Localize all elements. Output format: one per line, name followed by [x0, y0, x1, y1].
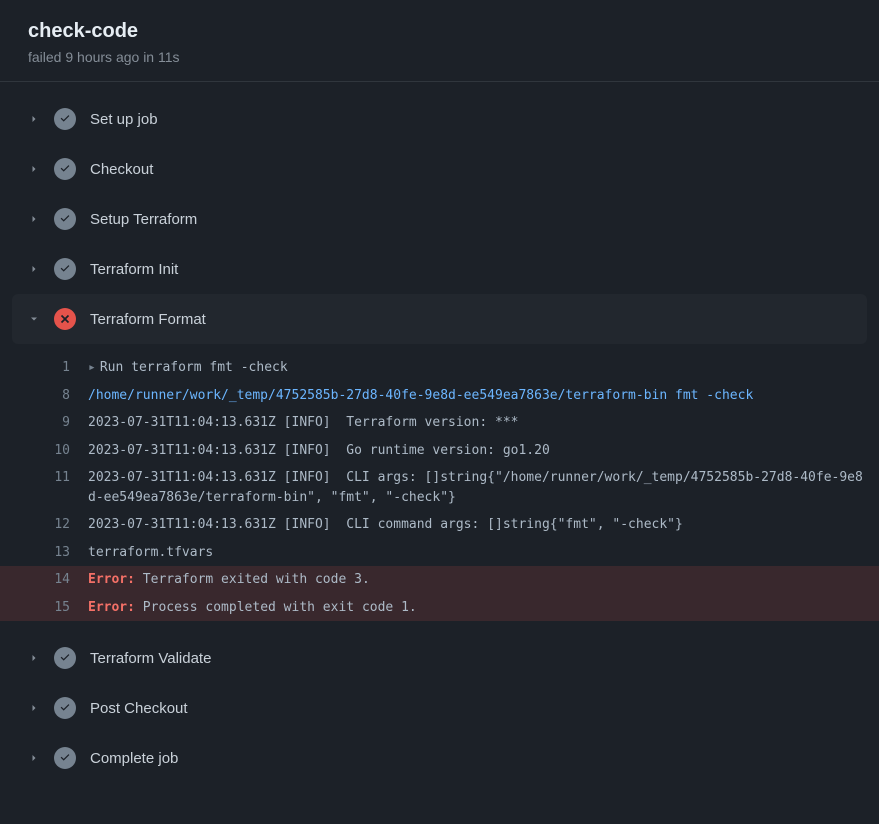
- log-content: Error: Process completed with exit code …: [88, 598, 879, 618]
- line-number: 15: [0, 598, 88, 618]
- chevron-down-icon: [28, 313, 40, 325]
- log-line[interactable]: 1 ▸ Run terraform fmt -check: [0, 354, 879, 382]
- log-output: 1 ▸ Run terraform fmt -check 8 /home/runn…: [0, 344, 879, 633]
- step-label: Terraform Format: [90, 311, 206, 328]
- log-content: /home/runner/work/_temp/4752585b-27d8-40…: [88, 386, 879, 406]
- log-line: 13 terraform.tfvars: [0, 539, 879, 567]
- log-line: 12 2023-07-31T11:04:13.631Z [INFO] CLI c…: [0, 511, 879, 539]
- chevron-right-icon: [28, 213, 40, 225]
- log-line: 10 2023-07-31T11:04:13.631Z [INFO] Go ru…: [0, 437, 879, 465]
- step-label: Terraform Validate: [90, 650, 211, 667]
- step-label: Terraform Init: [90, 261, 178, 278]
- line-number: 9: [0, 413, 88, 433]
- step-setup-job[interactable]: Set up job: [0, 94, 879, 144]
- chevron-right-icon: [28, 702, 40, 714]
- error-label: Error:: [88, 600, 135, 615]
- log-line: 11 2023-07-31T11:04:13.631Z [INFO] CLI a…: [0, 464, 879, 511]
- step-terraform-init[interactable]: Terraform Init: [0, 244, 879, 294]
- log-content: 2023-07-31T11:04:13.631Z [INFO] Terrafor…: [88, 413, 879, 433]
- log-content: ▸ Run terraform fmt -check: [88, 358, 879, 378]
- check-circle-icon: [54, 208, 76, 230]
- log-content: 2023-07-31T11:04:13.631Z [INFO] CLI args…: [88, 468, 879, 507]
- step-setup-terraform[interactable]: Setup Terraform: [0, 194, 879, 244]
- triangle-right-icon: ▸: [88, 360, 96, 375]
- job-subtitle: failed 9 hours ago in 11s: [28, 49, 851, 65]
- log-line-error: 14 Error: Terraform exited with code 3.: [0, 566, 879, 594]
- step-label: Set up job: [90, 111, 158, 128]
- step-label: Complete job: [90, 750, 178, 767]
- check-circle-icon: [54, 697, 76, 719]
- line-number: 12: [0, 515, 88, 535]
- log-text: Run terraform fmt -check: [100, 360, 288, 375]
- step-terraform-format[interactable]: Terraform Format: [12, 294, 867, 344]
- step-complete-job[interactable]: Complete job: [0, 733, 879, 783]
- log-content: 2023-07-31T11:04:13.631Z [INFO] CLI comm…: [88, 515, 879, 535]
- step-checkout[interactable]: Checkout: [0, 144, 879, 194]
- line-number: 14: [0, 570, 88, 590]
- step-label: Setup Terraform: [90, 211, 197, 228]
- error-label: Error:: [88, 572, 135, 587]
- error-text: Terraform exited with code 3.: [135, 572, 370, 587]
- line-number: 11: [0, 468, 88, 488]
- log-line-error: 15 Error: Process completed with exit co…: [0, 594, 879, 622]
- x-circle-icon: [54, 308, 76, 330]
- chevron-right-icon: [28, 113, 40, 125]
- step-label: Post Checkout: [90, 700, 188, 717]
- check-circle-icon: [54, 108, 76, 130]
- log-content: 2023-07-31T11:04:13.631Z [INFO] Go runti…: [88, 441, 879, 461]
- check-circle-icon: [54, 258, 76, 280]
- job-header: check-code failed 9 hours ago in 11s: [0, 0, 879, 82]
- log-line: 9 2023-07-31T11:04:13.631Z [INFO] Terraf…: [0, 409, 879, 437]
- line-number: 1: [0, 358, 88, 378]
- log-line: 8 /home/runner/work/_temp/4752585b-27d8-…: [0, 382, 879, 410]
- chevron-right-icon: [28, 652, 40, 664]
- log-content: terraform.tfvars: [88, 543, 879, 563]
- line-number: 8: [0, 386, 88, 406]
- error-text: Process completed with exit code 1.: [135, 600, 417, 615]
- check-circle-icon: [54, 647, 76, 669]
- line-number: 10: [0, 441, 88, 461]
- job-title: check-code: [28, 20, 851, 43]
- chevron-right-icon: [28, 752, 40, 764]
- check-circle-icon: [54, 747, 76, 769]
- step-post-checkout[interactable]: Post Checkout: [0, 683, 879, 733]
- check-circle-icon: [54, 158, 76, 180]
- log-content: Error: Terraform exited with code 3.: [88, 570, 879, 590]
- step-terraform-validate[interactable]: Terraform Validate: [0, 633, 879, 683]
- chevron-right-icon: [28, 163, 40, 175]
- steps-list: Set up job Checkout Setup Terraform Terr…: [0, 82, 879, 783]
- step-label: Checkout: [90, 161, 153, 178]
- line-number: 13: [0, 543, 88, 563]
- chevron-right-icon: [28, 263, 40, 275]
